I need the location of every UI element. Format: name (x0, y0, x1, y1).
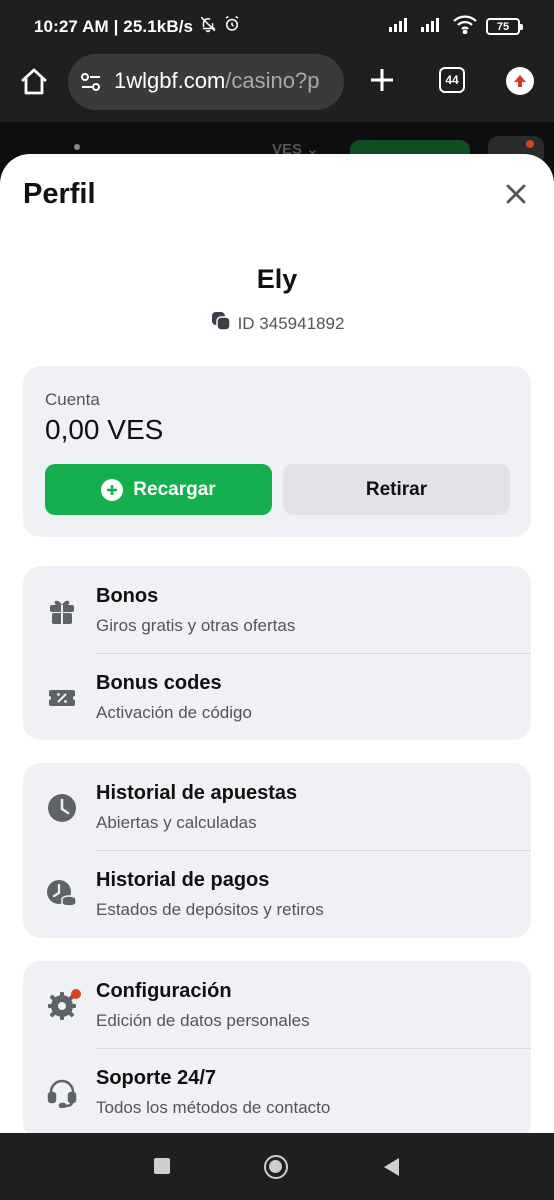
withdraw-button[interactable]: Retirar (283, 464, 510, 515)
home-nav-button[interactable] (264, 1155, 288, 1179)
account-balance: 0,00 VES (45, 414, 164, 445)
wifi-icon (452, 14, 478, 39)
menu-item-bet-history[interactable]: Historial de apuestas Abiertas y calcula… (23, 763, 531, 850)
menu-item-settings[interactable]: Configuración Edición de datos personale… (23, 961, 531, 1048)
url-text: 1wlgbf.com/casino?p (114, 68, 320, 93)
menu-item-bonus-codes[interactable]: Bonus codes Activación de código (23, 653, 531, 740)
plus-circle-icon (101, 478, 124, 501)
system-nav-bar (0, 1133, 554, 1200)
status-time: 10:27 AM | 25.1kB/s (34, 15, 241, 38)
tab-switcher-button[interactable]: 44 (439, 67, 465, 93)
headset-icon (45, 1076, 79, 1110)
close-button[interactable] (504, 182, 528, 206)
copy-icon[interactable] (210, 310, 232, 337)
menu-group-settings: Configuración Edición de datos personale… (23, 961, 531, 1133)
gift-icon (45, 594, 79, 628)
menu-group-history: Historial de apuestas Abiertas y calcula… (23, 763, 531, 938)
status-bar: 10:27 AM | 25.1kB/s 75 (0, 0, 554, 50)
user-id[interactable]: ID 345941892 (0, 310, 554, 337)
back-button[interactable] (383, 1157, 401, 1182)
new-tab-button[interactable] (366, 64, 398, 96)
account-card: Cuenta 0,00 VES Recargar Retirar (23, 366, 531, 537)
page-title: Perfil (23, 178, 96, 210)
update-button[interactable] (506, 67, 534, 95)
plus-icon (371, 69, 393, 91)
gear-icon (45, 989, 81, 1023)
menu-item-bonos[interactable]: Bonos Giros gratis y otras ofertas (23, 566, 531, 653)
battery-icon: 75 (486, 18, 523, 35)
signal-icon (388, 15, 412, 38)
arrow-up-icon (514, 75, 526, 87)
coupon-icon (45, 681, 79, 715)
profile-sheet: Perfil Ely ID 345941892 Cuenta 0,00 VES … (0, 154, 554, 1133)
clock-icon (45, 791, 79, 825)
home-icon (21, 68, 47, 95)
bell-off-icon (199, 15, 217, 38)
recents-button[interactable] (154, 1158, 170, 1174)
home-button[interactable] (18, 66, 50, 98)
back-icon (384, 1158, 399, 1176)
notification-dot (71, 989, 81, 999)
alarm-icon (223, 15, 241, 38)
browser-toolbar: 1wlgbf.com/casino?p 44 (0, 50, 554, 122)
menu-item-payment-history[interactable]: Historial de pagos Estados de depósitos … (23, 850, 531, 937)
site-settings-icon[interactable] (80, 72, 102, 97)
address-bar[interactable]: 1wlgbf.com/casino?p (68, 54, 344, 110)
payment-history-icon (45, 878, 79, 912)
menu-item-support[interactable]: Soporte 24/7 Todos los métodos de contac… (23, 1048, 531, 1133)
account-label: Cuenta (45, 390, 100, 409)
user-name: Ely (256, 264, 298, 294)
deposit-button[interactable]: Recargar (45, 464, 272, 515)
signal-icon (420, 15, 444, 38)
menu-group-bonuses: Bonos Giros gratis y otras ofertas Bonus… (23, 566, 531, 740)
close-icon (506, 184, 526, 204)
